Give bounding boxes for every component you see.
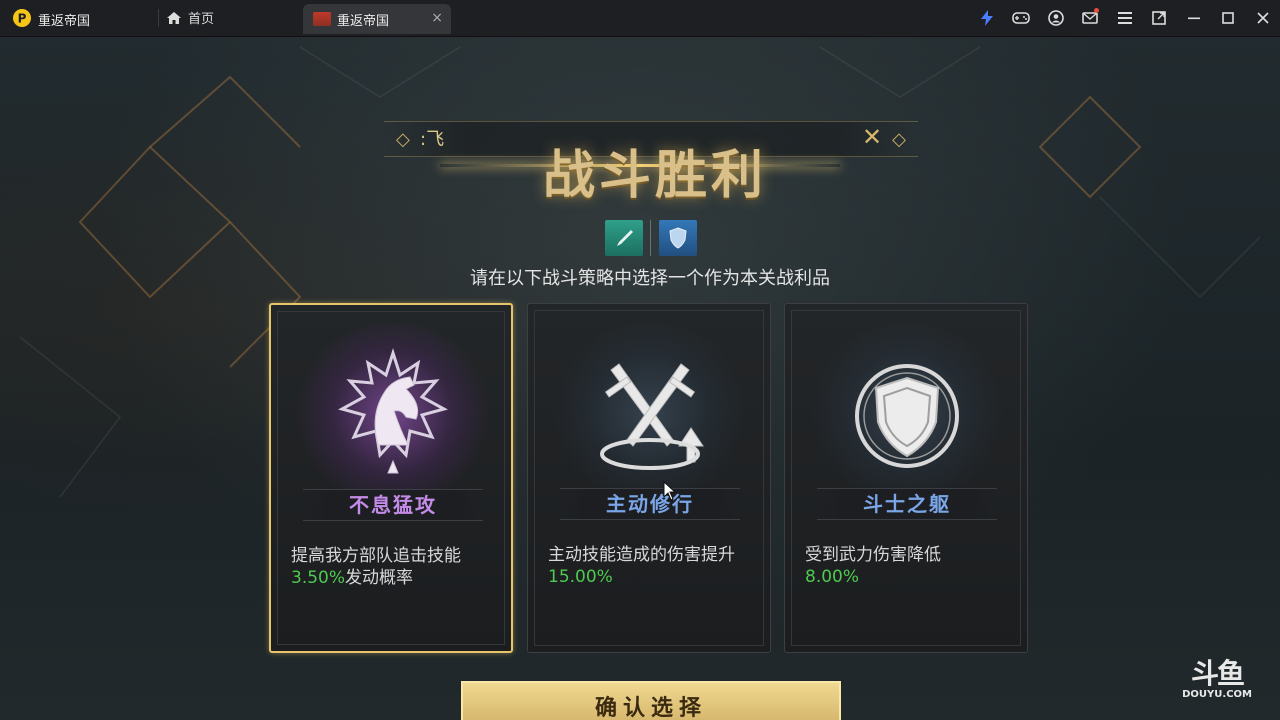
notification-dot [1093,8,1099,13]
gamepad-icon [1012,12,1031,24]
card-desc-text: 主动技能造成的伤害提升 [548,545,735,565]
tab-close-icon[interactable]: × [431,10,443,26]
window-controls [970,0,1280,36]
card-desc-value: 8.00% [805,567,860,587]
crossed-blades-icon: ✕ [862,123,883,151]
game-scene: ◇ ◇ :飞 ✕ 战斗胜利 请在以下战斗策略中选择一个作为本关战利品 不息猛攻 … [0,37,1280,720]
victory-title: 战斗胜利 [542,145,767,206]
user-icon [1047,10,1064,26]
maximize-button[interactable] [1211,0,1246,36]
tab-home[interactable]: 首页 [166,8,214,27]
mouse-cursor-icon [663,481,677,501]
watermark-url: DOUYU.COM [1182,689,1252,700]
card-desc-text: 提高我方部队追击技能 [291,546,461,566]
lightning-icon [980,10,993,26]
tab-divider [158,9,159,27]
strategy-card-active-training[interactable]: 主动修行 主动技能造成的伤害提升15.00% [527,303,771,653]
close-icon [1257,12,1269,24]
strategy-divider [650,220,651,256]
card-desc-suffix: 发动概率 [345,568,414,588]
instruction-text: 请在以下战斗策略中选择一个作为本关战利品 [470,268,830,289]
launcher-app-name: 重返帝国 [38,14,91,29]
boost-button[interactable] [970,0,1005,36]
confirm-selection-button[interactable]: 确认选择 [461,681,841,720]
tab-home-label: 首页 [188,12,215,27]
douyu-watermark: 斗鱼 DOUYU.COM [1182,657,1252,701]
launcher-topbar: P 重返帝国 首页 重返帝国 × [0,0,1280,37]
strategy-type-defense-icon [659,220,697,256]
mail-icon [1082,12,1099,24]
card-description: 提高我方部队追击技能 3.50%发动概率 [291,545,501,589]
diamond-ornament-left-icon: ◇ [396,129,410,150]
close-window-button[interactable] [1246,0,1280,36]
maximize-icon [1222,12,1235,24]
banner-header-text: :飞 [420,129,445,150]
svg-text:P: P [18,12,27,26]
card-description: 受到武力伤害降低 8.00% [805,544,1015,588]
diamond-ornament-right-icon: ◇ [892,129,906,150]
card-title: 主动修行 [560,488,740,520]
menu-button[interactable] [1108,0,1143,36]
card-title: 不息猛攻 [303,489,483,521]
horse-icon [338,348,448,474]
launcher-logo-icon: P [13,9,31,27]
strategy-card-relentless-assault[interactable]: 不息猛攻 提高我方部队追击技能 3.50%发动概率 [269,303,513,653]
card-title: 斗士之躯 [817,488,997,520]
tab-game[interactable]: 重返帝国 × [303,4,451,34]
gamepad-button[interactable] [1004,0,1039,36]
minimize-button[interactable] [1177,0,1212,36]
tab-game-label: 重返帝国 [337,13,390,29]
card-desc-value: 15.00% [548,567,613,587]
shield-icon [855,364,959,468]
card-desc-value: 3.50% [291,568,346,588]
strategy-card-warrior-body[interactable]: 斗士之躯 受到武力伤害降低 8.00% [784,303,1028,653]
card-desc-text: 受到武力伤害降低 [805,545,941,565]
mail-button[interactable] [1073,0,1108,36]
minimize-icon [1187,17,1200,20]
strategy-type-attack-icon [605,220,643,256]
popout-button[interactable] [1142,0,1177,36]
crossed-swords-icon [600,363,704,470]
game-tab-icon [313,12,331,26]
hamburger-icon [1117,12,1132,24]
popout-icon [1152,11,1167,25]
card-description: 主动技能造成的伤害提升15.00% [548,544,758,588]
home-icon [167,11,181,24]
watermark-logo: 斗鱼 [1191,657,1245,690]
account-button[interactable] [1039,0,1074,36]
